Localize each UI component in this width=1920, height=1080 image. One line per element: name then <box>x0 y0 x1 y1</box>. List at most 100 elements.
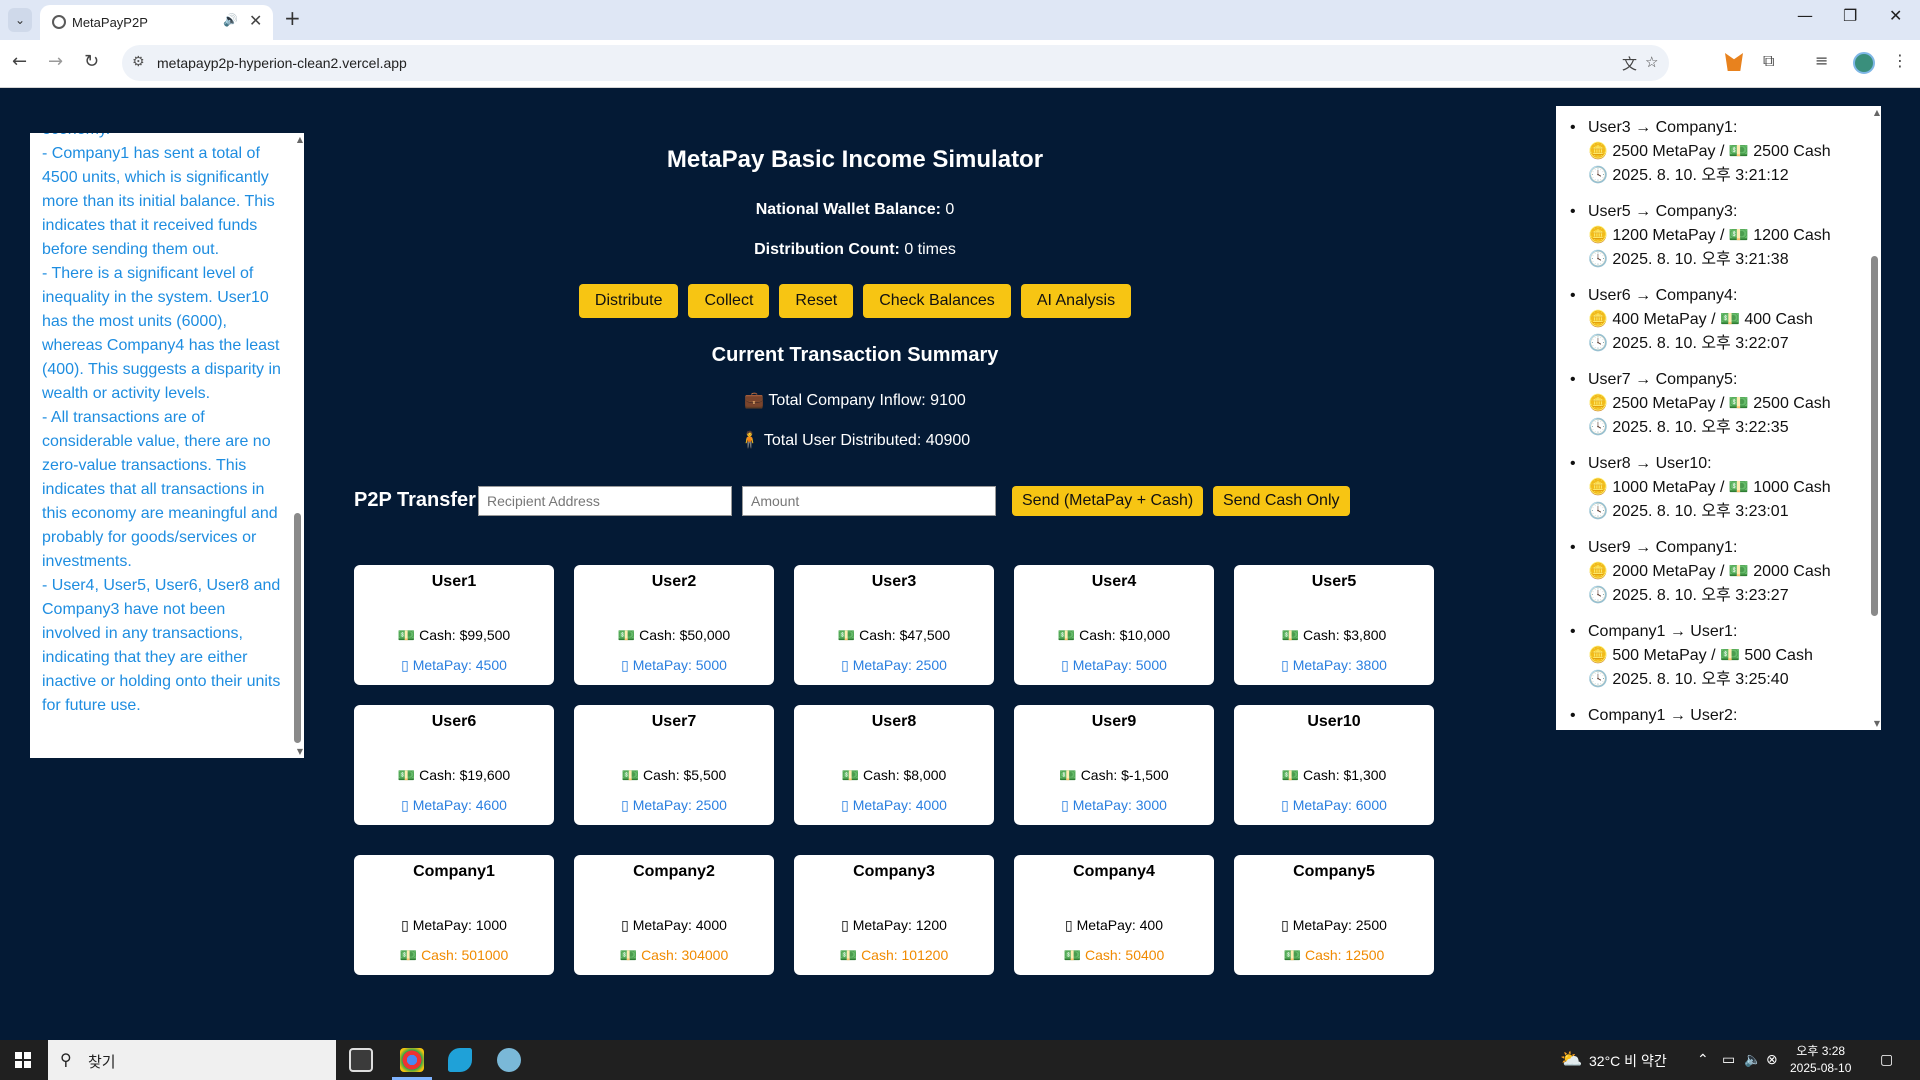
user-metapay: ▯ MetaPay: 3800 <box>1281 657 1387 673</box>
log-amounts: 🪙 2500 MetaPay / 💵 2500 Cash <box>1588 143 1831 160</box>
tab-search-dropdown-icon[interactable]: ⌄ <box>8 8 32 32</box>
log-amounts: 🪙 500 MetaPay / 💵 500 Cash <box>1588 647 1813 664</box>
solitaire-app-icon[interactable] <box>349 1048 373 1072</box>
scrollbar-thumb[interactable] <box>294 513 301 743</box>
windows-start-icon[interactable] <box>15 1052 31 1068</box>
user-name: User3 <box>871 573 917 590</box>
address-bar[interactable]: ⚙ metapayp2p-hyperion-clean2.vercel.app … <box>122 45 1669 81</box>
amount-input[interactable]: Amount <box>742 486 996 516</box>
extensions-icon[interactable]: ⧉ <box>1763 51 1774 71</box>
reload-icon[interactable]: ↻ <box>84 51 99 72</box>
menu-icon[interactable]: ⋮ <box>1892 51 1908 70</box>
log-item: User6 → Company4: 🪙 400 MetaPay / 💵 400 … <box>1570 284 1868 356</box>
weather-icon[interactable]: ⛅ <box>1560 1049 1582 1070</box>
notification-icon[interactable]: ▢ <box>1880 1051 1893 1068</box>
company-cash: 💵 Cash: 12500 <box>1283 947 1385 963</box>
log-time: 🕓 2025. 8. 10. 오후 3:25:40 <box>1588 671 1789 688</box>
close-tab-icon[interactable]: ✕ <box>249 11 262 30</box>
paint-app-icon[interactable] <box>497 1048 521 1072</box>
status-icon[interactable]: ⊗ <box>1766 1051 1778 1068</box>
log-item: Company1 → User1: 🪙 500 MetaPay / 💵 500 … <box>1570 620 1868 692</box>
url-text: metapayp2p-hyperion-clean2.vercel.app <box>157 55 407 71</box>
network-icon[interactable]: ▭ <box>1722 1051 1735 1068</box>
tray-expand-icon[interactable]: ⌃ <box>1697 1051 1709 1068</box>
user-metapay: ▯ MetaPay: 4500 <box>401 657 507 673</box>
cash-icon: 💵 <box>1281 767 1300 783</box>
company-card: Company1 ▯ MetaPay: 1000 💵 Cash: 501000 <box>354 855 554 975</box>
cash-icon: 💵 <box>397 767 416 783</box>
user-metapay: ▯ MetaPay: 3000 <box>1061 797 1167 813</box>
site-info-icon[interactable]: ⚙ <box>132 54 145 70</box>
send-cash-only-button[interactable]: Send Cash Only <box>1213 486 1350 516</box>
metapay-icon: ▯ <box>621 797 629 813</box>
reset-button[interactable]: Reset <box>779 284 854 318</box>
user-card: User4 💵 Cash: $10,000 ▯ MetaPay: 5000 <box>1014 565 1214 685</box>
transaction-log-panel[interactable]: 🕓 User3 → Company1: 🪙 2500 MetaPay / 💵 2… <box>1556 106 1881 730</box>
forward-icon[interactable]: → <box>48 51 63 72</box>
windows-taskbar: ⚲ 찾기 ⛅ 32°C 비 약간 ⌃ ▭ 🔈 ⊗ 오후 3:28 2025-08… <box>0 1040 1920 1080</box>
media-control-icon[interactable]: ≡ <box>1815 51 1828 70</box>
company-name: Company3 <box>853 863 935 880</box>
translate-icon[interactable]: 文 <box>1622 53 1637 74</box>
log-item: Company1 → User2: <box>1570 704 1868 728</box>
user-name: User10 <box>1307 713 1361 730</box>
scroll-up-icon[interactable]: ▲ <box>297 135 303 144</box>
profile-avatar[interactable] <box>1853 52 1875 74</box>
user-card: User3 💵 Cash: $47,500 ▯ MetaPay: 2500 <box>794 565 994 685</box>
metapay-icon: ▯ <box>1065 917 1073 933</box>
new-tab-icon[interactable]: + <box>284 6 301 30</box>
app-icon-bird[interactable] <box>448 1048 472 1072</box>
scroll-up-icon[interactable]: ▲ <box>1874 108 1880 117</box>
restore-icon[interactable]: ❐ <box>1843 6 1857 25</box>
minimize-icon[interactable]: — <box>1797 6 1813 25</box>
weather-text[interactable]: 32°C 비 약간 <box>1589 1051 1667 1071</box>
distribute-button[interactable]: Distribute <box>578 284 679 318</box>
user-cash: 💵 Cash: $1,300 <box>1281 767 1387 783</box>
metapay-icon: ▯ <box>621 917 629 933</box>
recipient-address-input[interactable]: Recipient Address <box>478 486 732 516</box>
user-cash: 💵 Cash: $8,000 <box>841 767 947 783</box>
log-panel-scrollbar[interactable]: ▲ ▼ <box>1869 106 1881 730</box>
page-title: MetaPay Basic Income Simulator <box>666 146 1044 173</box>
bookmark-star-icon[interactable]: ☆ <box>1645 53 1658 71</box>
cash-icon: 💵 <box>837 627 856 643</box>
company-cash: 💵 Cash: 304000 <box>619 947 729 963</box>
user-card: User1 💵 Cash: $99,500 ▯ MetaPay: 4500 <box>354 565 554 685</box>
medal-icon: 🪙 <box>1588 479 1608 496</box>
cash-icon: 💵 <box>619 947 638 963</box>
user-metapay: ▯ MetaPay: 5000 <box>1061 657 1167 673</box>
action-buttons: Distribute Collect Reset Check Balances … <box>330 284 1380 318</box>
ai-analysis-text: economy. - Company1 has sent a total of … <box>42 133 281 714</box>
scroll-down-icon[interactable]: ▼ <box>1874 719 1880 728</box>
company-cash: 💵 Cash: 101200 <box>839 947 949 963</box>
browser-tab[interactable]: MetaPayP2P 🔊 ✕ <box>40 5 273 40</box>
volume-icon[interactable]: 🔈 <box>1744 1051 1761 1068</box>
metapay-icon: ▯ <box>1061 657 1069 673</box>
back-icon[interactable]: ← <box>12 51 27 72</box>
transaction-summary-title: Current Transaction Summary <box>711 344 999 366</box>
user-cash: 💵 Cash: $50,000 <box>617 627 731 643</box>
scroll-down-icon[interactable]: ▼ <box>297 747 303 756</box>
close-window-icon[interactable]: ✕ <box>1889 6 1902 25</box>
cash-icon: 💵 <box>1283 947 1302 963</box>
ai-analysis-panel[interactable]: economy. - Company1 has sent a total of … <box>30 133 304 758</box>
chrome-app-icon[interactable] <box>400 1048 424 1072</box>
clock-icon: 🕓 <box>1588 251 1608 268</box>
company-metapay: ▯ MetaPay: 1000 <box>401 917 507 933</box>
collect-button[interactable]: Collect <box>688 284 770 318</box>
user-name: User4 <box>1091 573 1137 590</box>
company-name: Company2 <box>633 863 715 880</box>
metamask-extension-icon[interactable] <box>1725 53 1743 71</box>
ai-analysis-button[interactable]: AI Analysis <box>1020 284 1132 318</box>
taskbar-search[interactable]: ⚲ 찾기 <box>48 1040 336 1080</box>
speaker-icon[interactable]: 🔊 <box>223 13 238 27</box>
scrollbar-thumb[interactable] <box>1871 256 1878 616</box>
user-cash: 💵 Cash: $3,800 <box>1281 627 1387 643</box>
send-metapay-cash-button[interactable]: Send (MetaPay + Cash) <box>1012 486 1204 516</box>
company-inflow-text: Total Company Inflow: 9100 <box>768 392 966 409</box>
ai-panel-scrollbar[interactable]: ▲ ▼ <box>292 133 304 758</box>
taskbar-clock[interactable]: 오후 3:28 2025-08-10 <box>1790 1043 1851 1077</box>
check-balances-button[interactable]: Check Balances <box>863 284 1011 318</box>
log-item: User5 → Company3: 🪙 1200 MetaPay / 💵 120… <box>1570 200 1868 272</box>
cash-icon: 💵 <box>841 767 860 783</box>
